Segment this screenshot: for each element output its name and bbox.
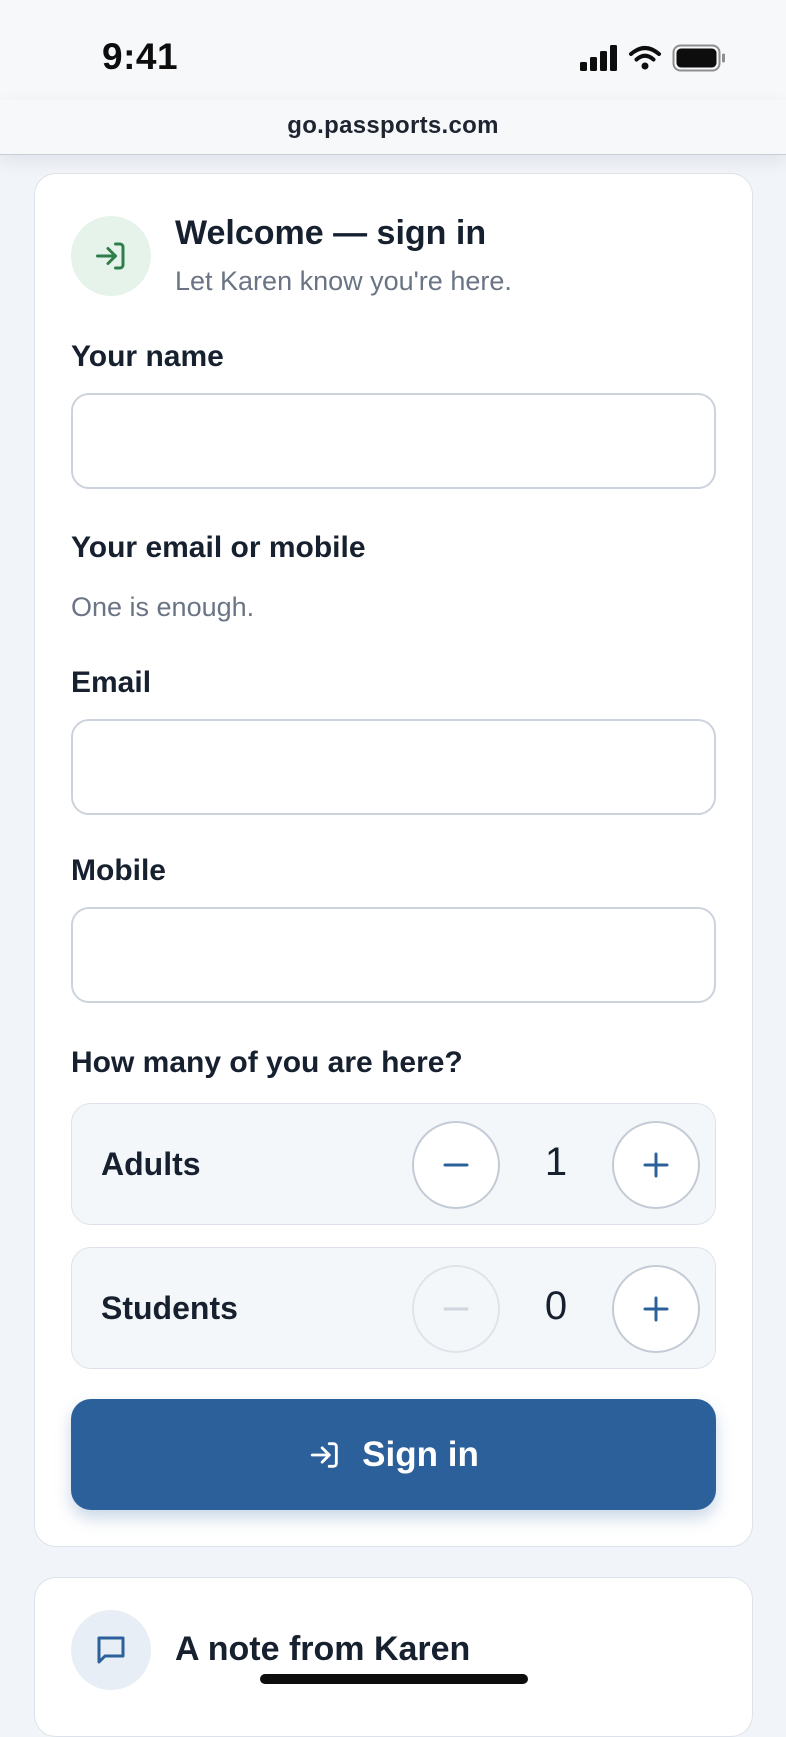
wifi-icon [629, 46, 661, 70]
students-label: Students [101, 1290, 238, 1326]
plus-icon [643, 1152, 669, 1178]
signin-title: Welcome — sign in [175, 214, 487, 252]
name-label: Your name [71, 340, 224, 373]
minus-icon [443, 1307, 469, 1311]
email-label: Email [71, 666, 152, 699]
minus-icon [443, 1163, 469, 1167]
sign-in-button-label: Sign in [362, 1434, 479, 1474]
note-title: A note from Karen [175, 1630, 471, 1668]
signal-icon [580, 45, 617, 71]
sign-in-arrow-icon [311, 1441, 338, 1468]
note-header-icon-badge [71, 1610, 151, 1690]
name-input[interactable] [71, 393, 716, 489]
mobile-label: Mobile [71, 854, 166, 887]
email-field[interactable] [71, 719, 716, 815]
sign-in-arrow-icon [96, 242, 125, 270]
contact-hint: One is enough. [71, 592, 255, 622]
adults-increment-button[interactable] [612, 1121, 700, 1209]
mobile-field[interactable] [71, 907, 716, 1003]
signin-subtitle: Let Karen know you're here. [175, 266, 512, 296]
browser-url-bar[interactable]: go.passports.com [0, 100, 786, 155]
battery-icon [672, 44, 725, 72]
plus-icon [643, 1296, 669, 1322]
contact-label: Your email or mobile [71, 531, 366, 564]
students-count: 0 [544, 1284, 568, 1328]
signin-header-icon-badge [71, 216, 151, 296]
sign-in-button[interactable]: Sign in [71, 1399, 716, 1510]
party-size-question: How many of you are here? [71, 1046, 463, 1079]
adults-count: 1 [544, 1140, 568, 1184]
signin-card: Welcome — sign in Let Karen know you're … [34, 173, 753, 1547]
status-time: 9:41 [102, 36, 179, 77]
adults-label: Adults [101, 1146, 201, 1182]
students-decrement-button[interactable] [412, 1265, 500, 1353]
chat-bubble-icon [97, 1636, 125, 1664]
adults-counter: Adults 1 [71, 1103, 716, 1225]
adults-decrement-button[interactable] [412, 1121, 500, 1209]
students-increment-button[interactable] [612, 1265, 700, 1353]
url-text: go.passports.com [287, 112, 499, 139]
students-counter: Students 0 [71, 1247, 716, 1369]
note-card: A note from Karen [34, 1577, 753, 1737]
status-icons [580, 44, 726, 72]
home-indicator[interactable] [260, 1674, 528, 1684]
